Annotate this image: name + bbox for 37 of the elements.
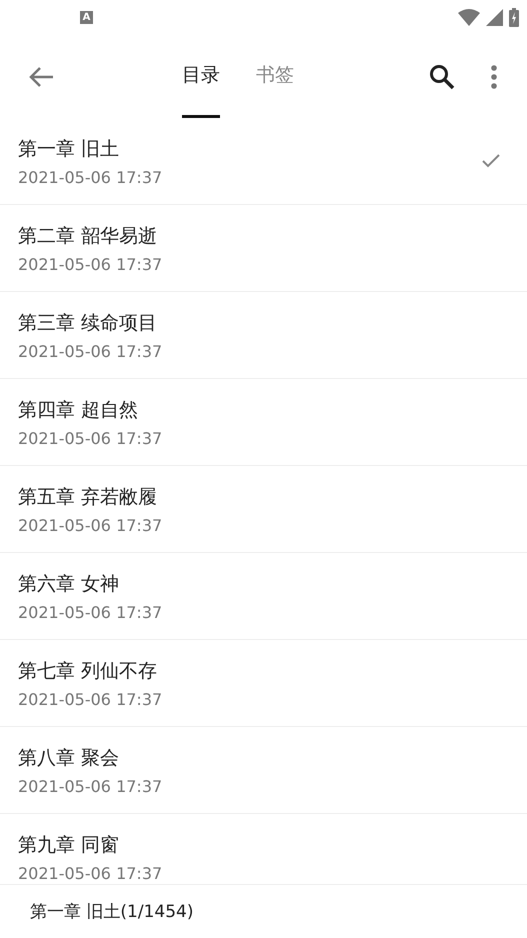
chapter-item[interactable]: 第八章 聚会 2021-05-06 17:37 — [0, 727, 527, 814]
chapter-title: 第六章 女神 — [18, 572, 120, 596]
chapter-item[interactable]: 第四章 超自然 2021-05-06 17:37 — [0, 379, 527, 466]
chapter-item[interactable]: 第七章 列仙不存 2021-05-06 17:37 — [0, 640, 527, 727]
notification-icon: A — [80, 11, 93, 24]
chapter-item[interactable]: 第一章 旧土 2021-05-06 17:37 — [0, 118, 527, 205]
reading-position: 第一章 旧土(1/1454) — [30, 901, 194, 923]
signal-icon — [486, 9, 503, 26]
chapter-time: 2021-05-06 17:37 — [18, 864, 164, 882]
chapter-title: 第九章 同窗 — [18, 832, 120, 858]
more-options-icon[interactable] — [490, 64, 498, 88]
chapter-time: 2021-05-06 17:37 — [18, 428, 164, 448]
chapter-time: 2021-05-06 17:37 — [18, 168, 164, 186]
search-icon[interactable] — [429, 64, 455, 90]
chapter-item[interactable]: 第五章 弃若敝履 2021-05-06 17:37 — [0, 466, 527, 553]
chapter-time: 2021-05-06 17:37 — [18, 254, 164, 274]
chapter-title: 第七章 列仙不存 — [18, 658, 158, 684]
chapter-title: 第五章 弃若敝履 — [18, 484, 158, 510]
chapter-title: 第二章 韶华易逝 — [18, 224, 158, 248]
chapter-time: 2021-05-06 17:37 — [18, 342, 164, 360]
chapter-title: 第四章 超自然 — [18, 398, 140, 422]
tab[interactable]: 书签 — [256, 35, 294, 118]
chapter-item[interactable]: 第二章 韶华易逝 2021-05-06 17:37 — [0, 205, 527, 292]
battery-icon — [509, 8, 519, 27]
chapter-title: 第八章 聚会 — [18, 746, 120, 770]
chapter-item[interactable]: 第六章 女神 2021-05-06 17:37 — [0, 553, 527, 640]
chapter-item[interactable]: 第九章 同窗 2021-05-06 17:37 — [0, 814, 527, 884]
chapter-item[interactable]: 第三章 续命项目 2021-05-06 17:37 — [0, 292, 527, 379]
chapter-title: 第三章 续命项目 — [18, 310, 158, 336]
chapter-time: 2021-05-06 17:37 — [18, 690, 164, 708]
tab[interactable]: 目录 — [182, 35, 220, 118]
chapter-time: 2021-05-06 17:37 — [18, 602, 164, 622]
chapter-time: 2021-05-06 17:37 — [18, 776, 164, 796]
wifi-icon — [458, 9, 480, 26]
chapter-time: 2021-05-06 17:37 — [18, 516, 164, 534]
back-arrow-icon[interactable] — [28, 66, 54, 88]
chapter-title: 第一章 旧土 — [18, 136, 120, 162]
